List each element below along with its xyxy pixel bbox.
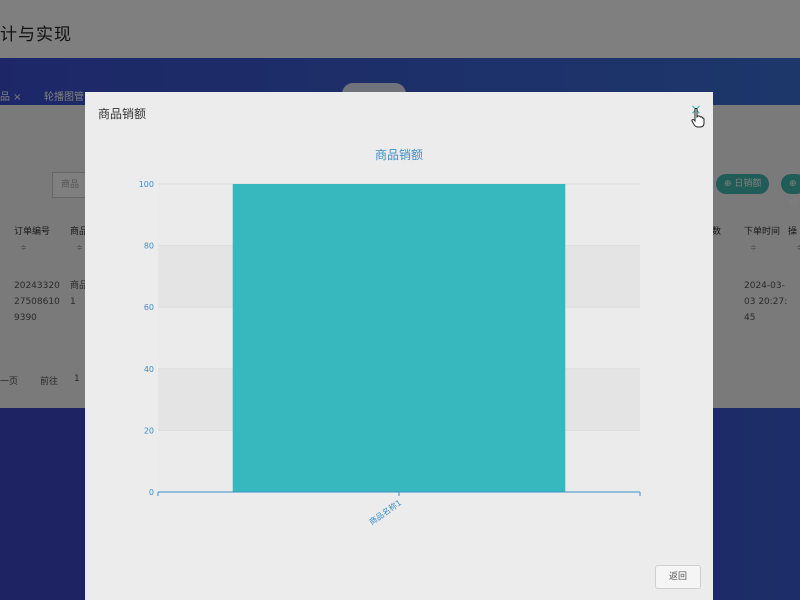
y-tick-label: 0 [149, 488, 154, 497]
x-axis: 商品名称1 [157, 491, 641, 527]
return-button[interactable]: 返回 [655, 565, 701, 589]
y-tick-label: 80 [144, 242, 154, 251]
bar [232, 184, 566, 492]
bars [232, 184, 566, 492]
sales-bar-chart: 商品销额 0 20 40 60 80 100 商品名称1 [139, 147, 641, 527]
dialog-header: 商品销额 × [85, 92, 713, 134]
dialog-title: 商品销额 [98, 107, 147, 121]
y-tick-label: 40 [144, 365, 154, 374]
hand-pointer-icon [691, 108, 705, 128]
y-tick-label: 60 [144, 303, 154, 312]
y-tick-label: 100 [139, 180, 154, 189]
y-tick-label: 20 [144, 426, 154, 435]
sales-chart-dialog: 商品销额 × 商品销额 0 20 40 60 80 100 商品名称1 返回 [85, 92, 713, 600]
x-tick-label: 商品名称1 [367, 497, 403, 526]
y-axis: 0 20 40 60 80 100 [139, 180, 154, 497]
chart-title: 商品销额 [375, 147, 423, 162]
